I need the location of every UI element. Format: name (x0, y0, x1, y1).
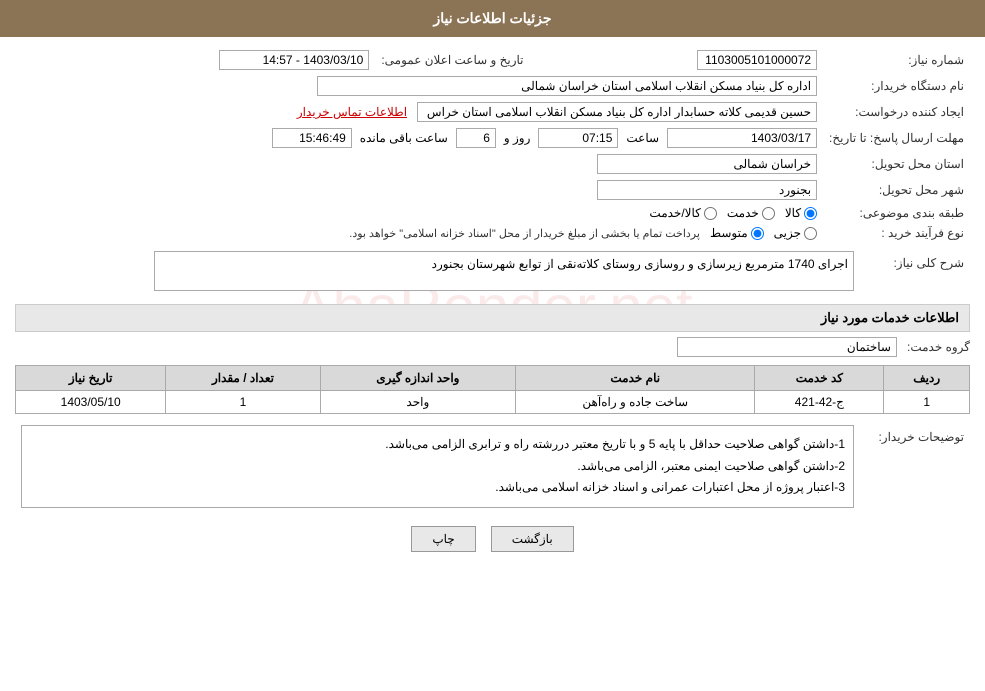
table-row: 1 ج-42-421 ساخت جاده و راه‌آهن واحد 1 14… (16, 391, 970, 414)
desc-table: توضیحات خریدار: 1-داشتن گواهی صلاحیت حدا… (15, 422, 970, 511)
feraiend-movassat-label: متوسط (710, 226, 748, 240)
ijad-label: ایجاد کننده درخواست: (823, 99, 970, 125)
info-table: شماره نیاز: 1103005101000072 تاریخ و ساع… (15, 47, 970, 243)
ijad-row: حسین قدیمی کلاته حسابدار اداره کل بنیاد … (15, 99, 823, 125)
saat-input: 07:15 (538, 128, 618, 148)
sharh-input: اجرای 1740 مترمربع زیرسازی و روسازی روست… (154, 251, 854, 291)
cell-quantity: 1 (166, 391, 320, 414)
desc-line: 1-داشتن گواهی صلاحیت حداقل با پایه 5 و ب… (30, 434, 845, 456)
tarikh-input: 1403/03/17 (667, 128, 817, 148)
feraiend-jozi-label: جزیی (774, 226, 801, 240)
col-quantity: تعداد / مقدار (166, 366, 320, 391)
back-button[interactable]: بازگشت (491, 526, 574, 552)
name-dastgah-label: نام دستگاه خریدار: (823, 73, 970, 99)
shomara-niaz-label: شماره نیاز: (823, 47, 970, 73)
feraiend-label: نوع فرآیند خرید : (823, 223, 970, 243)
baqi-input: 15:46:49 (272, 128, 352, 148)
rooz-label: روز و (504, 131, 531, 145)
tabaqe-khadamat: خدمت (727, 206, 775, 220)
name-dastgah-input: اداره کل بنیاد مسکن انقلاب اسلامی استان … (317, 76, 817, 96)
tabaqe-kala: کالا (785, 206, 817, 220)
col-unit: واحد اندازه گیری (320, 366, 516, 391)
desc-line: 3-اعتبار پروژه از محل اعتبارات عمرانی و … (30, 477, 845, 499)
tarikh-elan-input: 1403/03/10 - 14:57 (219, 50, 369, 70)
col-date: تاریخ نیاز (16, 366, 166, 391)
shahr-value: بجنورد (15, 177, 823, 203)
saat-label: ساعت (626, 131, 659, 145)
baqi-label: ساعت باقی مانده (360, 131, 448, 145)
sharh-table: شرح کلی نیاز: اجرای 1740 مترمربع زیرسازی… (15, 248, 970, 294)
tabaqe-khadamat-label: خدمت (727, 206, 759, 220)
tabaqe-kala-khadamat: کالا/خدمت (649, 206, 716, 220)
desc-line: 2-داشتن گواهی صلاحیت ایمنی معتبر، الزامی… (30, 456, 845, 478)
feraiend-jozi-radio[interactable] (804, 227, 817, 240)
ijad-link[interactable]: اطلاعات تماس خریدار (297, 105, 407, 119)
ostan-input: خراسان شمالی (597, 154, 817, 174)
ostan-label: استان محل تحویل: (823, 151, 970, 177)
feraiend-movassat-radio[interactable] (751, 227, 764, 240)
desc-value-cell: 1-داشتن گواهی صلاحیت حداقل با پایه 5 و ب… (15, 422, 860, 511)
ijad-name-input: حسین قدیمی کلاته حسابدار اداره کل بنیاد … (417, 102, 817, 122)
services-section-title: اطلاعات خدمات مورد نیاز (15, 304, 970, 332)
page-header: جزئیات اطلاعات نیاز (0, 0, 985, 37)
shomara-niaz-input: 1103005101000072 (697, 50, 817, 70)
tabaqe-khadamat-radio[interactable] (762, 207, 775, 220)
tabaqe-row: کالا خدمت کالا/خدمت (15, 203, 823, 223)
tabaqe-kala-khadamat-label: کالا/خدمت (649, 206, 700, 220)
col-kod: کد خدمت (755, 366, 884, 391)
col-name: نام خدمت (516, 366, 755, 391)
col-radif: ردیف (884, 366, 970, 391)
tabaqe-kala-radio[interactable] (804, 207, 817, 220)
desc-box: 1-داشتن گواهی صلاحیت حداقل با پایه 5 و ب… (21, 425, 854, 508)
cell-name: ساخت جاده و راه‌آهن (516, 391, 755, 414)
cell-date: 1403/05/10 (16, 391, 166, 414)
cell-unit: واحد (320, 391, 516, 414)
feraiend-row: جزیی متوسط پرداخت تمام یا بخشی از مبلغ خ… (15, 223, 823, 243)
mohlat-label: مهلت ارسال پاسخ: تا تاریخ: (823, 125, 970, 151)
cell-radif: 1 (884, 391, 970, 414)
group-service-label: گروه خدمت: (907, 340, 970, 354)
tarikh-elan-label: تاریخ و ساعت اعلان عمومی: (375, 47, 529, 73)
sharh-value-cell: اجرای 1740 مترمربع زیرسازی و روسازی روست… (15, 248, 860, 294)
tabaqe-kala-khadamat-radio[interactable] (704, 207, 717, 220)
shahr-label: شهر محل تحویل: (823, 177, 970, 203)
tabaqe-label: طبقه بندی موضوعی: (823, 203, 970, 223)
group-service-row: گروه خدمت: ساختمان (15, 337, 970, 357)
tarikh-elan-value: 1403/03/10 - 14:57 (15, 47, 375, 73)
feraiend-movassat: متوسط (710, 226, 764, 240)
buttons-row: بازگشت چاپ (15, 526, 970, 552)
group-service-input: ساختمان (677, 337, 897, 357)
feraiend-jozi: جزیی (774, 226, 817, 240)
feraiend-note: پرداخت تمام یا بخشی از مبلغ خریدار از مح… (349, 227, 700, 240)
rooz-input: 6 (456, 128, 496, 148)
tabaqe-kala-label: کالا (785, 206, 801, 220)
ostan-value: خراسان شمالی (15, 151, 823, 177)
name-dastgah-value: اداره کل بنیاد مسکن انقلاب اسلامی استان … (15, 73, 823, 99)
print-button[interactable]: چاپ (411, 526, 475, 552)
shomara-niaz-value: 1103005101000072 (530, 47, 824, 73)
shahr-input: بجنورد (597, 180, 817, 200)
sharh-label: شرح کلی نیاز: (860, 248, 970, 294)
mohlat-row: 1403/03/17 ساعت 07:15 روز و 6 ساعت باقی … (15, 125, 823, 151)
cell-kod: ج-42-421 (755, 391, 884, 414)
services-table: ردیف کد خدمت نام خدمت واحد اندازه گیری ت… (15, 365, 970, 414)
page-title: جزئیات اطلاعات نیاز (433, 10, 551, 26)
desc-label: توضیحات خریدار: (860, 422, 970, 511)
